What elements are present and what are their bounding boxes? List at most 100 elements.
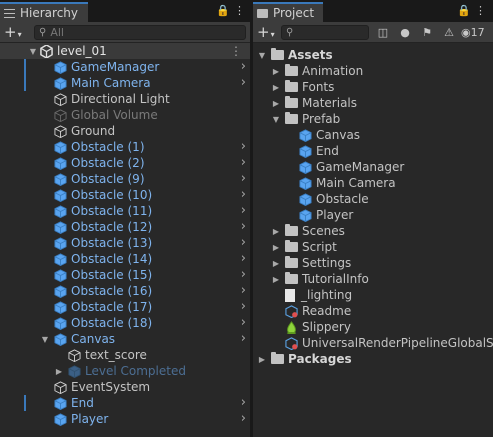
hierarchy-item[interactable]: Obstacle (14) › <box>0 251 250 267</box>
hierarchy-item[interactable]: End › <box>0 395 250 411</box>
open-prefab-chevron-icon[interactable]: › <box>241 395 246 411</box>
project-item-label: Canvas <box>316 128 361 142</box>
project-item[interactable]: ▼ Prefab <box>253 111 493 127</box>
project-item[interactable]: ▶ TutorialInfo <box>253 271 493 287</box>
open-prefab-chevron-icon[interactable]: › <box>241 203 246 219</box>
open-prefab-chevron-icon[interactable]: › <box>241 219 246 235</box>
tab-project[interactable]: Project <box>253 2 323 22</box>
project-item-label: Main Camera <box>316 176 396 190</box>
hierarchy-item[interactable]: Obstacle (9) › <box>0 171 250 187</box>
project-item[interactable]: ▶ Script <box>253 239 493 255</box>
hierarchy-item[interactable]: Player › <box>0 411 250 427</box>
open-prefab-chevron-icon[interactable]: › <box>241 283 246 299</box>
hierarchy-item[interactable]: ▶ Level Completed <box>0 363 250 379</box>
project-item[interactable]: ▶ Materials <box>253 95 493 111</box>
open-prefab-chevron-icon[interactable]: › <box>241 139 246 155</box>
project-item[interactable]: _lighting <box>253 287 493 303</box>
hierarchy-item[interactable]: Directional Light <box>0 91 250 107</box>
open-prefab-chevron-icon[interactable]: › <box>241 299 246 315</box>
open-prefab-chevron-icon[interactable]: › <box>241 411 246 427</box>
project-item[interactable]: ▶ Scenes <box>253 223 493 239</box>
create-asset-button[interactable]: +▾ <box>257 23 275 44</box>
prefab-cube-icon <box>299 176 312 190</box>
expand-arrow-icon[interactable]: ▼ <box>28 47 38 56</box>
project-item-label: Animation <box>302 64 364 78</box>
collapsed-arrow-icon[interactable]: ▶ <box>54 367 64 376</box>
lock-icon[interactable]: 🔒 <box>457 4 471 17</box>
expanded-arrow-icon[interactable]: ▼ <box>40 335 50 344</box>
open-prefab-chevron-icon[interactable]: › <box>241 171 246 187</box>
project-item[interactable]: Player <box>253 207 493 223</box>
hierarchy-item[interactable]: Obstacle (11) › <box>0 203 250 219</box>
project-item[interactable]: Canvas <box>253 127 493 143</box>
hierarchy-item[interactable]: Obstacle (12) › <box>0 219 250 235</box>
project-item[interactable]: ▶ Fonts <box>253 79 493 95</box>
collapsed-arrow-icon[interactable]: ▶ <box>271 83 281 92</box>
expanded-arrow-icon[interactable]: ▼ <box>271 115 281 124</box>
project-item[interactable]: ▶ Animation <box>253 63 493 79</box>
project-item[interactable]: ▶ Packages <box>253 351 493 367</box>
open-prefab-chevron-icon[interactable]: › <box>241 251 246 267</box>
collapsed-arrow-icon[interactable]: ▶ <box>271 227 281 236</box>
add-object-button[interactable]: +▾ <box>4 23 22 44</box>
collapsed-arrow-icon[interactable]: ▶ <box>271 259 281 268</box>
open-prefab-chevron-icon[interactable]: › <box>241 59 246 75</box>
scene-menu-icon[interactable]: ⋮ <box>230 43 242 59</box>
open-prefab-chevron-icon[interactable]: › <box>241 75 246 91</box>
hierarchy-item[interactable]: Obstacle (18) › <box>0 315 250 331</box>
kebab-menu-icon[interactable]: ⋮ <box>475 4 486 17</box>
project-item[interactable]: GameManager <box>253 159 493 175</box>
hierarchy-search-input[interactable]: ⚲ All <box>34 25 246 40</box>
project-item[interactable]: Readme <box>253 303 493 319</box>
prefab-cube-icon <box>299 160 312 174</box>
hierarchy-item[interactable]: ▼ Canvas › <box>0 331 250 347</box>
hierarchy-item[interactable]: Main Camera › <box>0 75 250 91</box>
hierarchy-item[interactable]: text_score <box>0 347 250 363</box>
collapsed-arrow-icon[interactable]: ▶ <box>271 67 281 76</box>
open-prefab-chevron-icon[interactable]: › <box>241 187 246 203</box>
hierarchy-item[interactable]: Obstacle (13) › <box>0 235 250 251</box>
hidden-packages-icon[interactable]: ⚠ <box>439 24 459 41</box>
project-item[interactable]: ▼ Assets <box>253 47 493 63</box>
hierarchy-item[interactable]: Obstacle (17) › <box>0 299 250 315</box>
collapsed-arrow-icon[interactable]: ▶ <box>271 243 281 252</box>
hierarchy-item[interactable]: Obstacle (16) › <box>0 283 250 299</box>
project-item[interactable]: Slippery <box>253 319 493 335</box>
collapsed-arrow-icon[interactable]: ▶ <box>257 355 267 364</box>
hierarchy-item[interactable]: Obstacle (15) › <box>0 267 250 283</box>
hierarchy-item[interactable]: GameManager › <box>0 59 250 75</box>
folder-icon <box>285 256 298 268</box>
project-search-input[interactable]: ⚲ <box>281 25 369 40</box>
folder-icon <box>285 112 298 124</box>
scriptable-asset-icon <box>285 336 298 350</box>
open-prefab-chevron-icon[interactable]: › <box>241 315 246 331</box>
project-item[interactable]: ▶ Settings <box>253 255 493 271</box>
hierarchy-item[interactable]: Obstacle (1) › <box>0 139 250 155</box>
collapsed-arrow-icon[interactable]: ▶ <box>271 275 281 284</box>
expanded-arrow-icon[interactable]: ▼ <box>257 51 267 60</box>
project-item[interactable]: UniversalRenderPipelineGlobalSettings <box>253 335 493 351</box>
filter-by-type-icon[interactable]: ● <box>395 24 415 41</box>
tab-hierarchy[interactable]: Hierarchy <box>0 2 88 22</box>
scene-row[interactable]: ▼ level_01 ⋮ <box>0 43 250 59</box>
hierarchy-item-label: Ground <box>71 124 116 138</box>
lock-icon[interactable]: 🔒 <box>216 4 230 17</box>
hierarchy-item[interactable]: Ground <box>0 123 250 139</box>
search-by-type-icon[interactable]: ◫ <box>373 24 393 41</box>
open-prefab-chevron-icon[interactable]: › <box>241 331 246 347</box>
hierarchy-item[interactable]: Global Volume <box>0 107 250 123</box>
project-item[interactable]: End <box>253 143 493 159</box>
project-item[interactable]: Main Camera <box>253 175 493 191</box>
hierarchy-item[interactable]: Obstacle (2) › <box>0 155 250 171</box>
filter-by-label-icon[interactable]: ⚑ <box>417 24 437 41</box>
visible-items-toggle[interactable]: ◉17 <box>461 24 493 41</box>
project-item[interactable]: Obstacle <box>253 191 493 207</box>
prefab-cube-icon <box>54 412 67 426</box>
kebab-menu-icon[interactable]: ⋮ <box>234 4 245 17</box>
open-prefab-chevron-icon[interactable]: › <box>241 155 246 171</box>
hierarchy-item[interactable]: EventSystem <box>0 379 250 395</box>
open-prefab-chevron-icon[interactable]: › <box>241 267 246 283</box>
collapsed-arrow-icon[interactable]: ▶ <box>271 99 281 108</box>
hierarchy-item[interactable]: Obstacle (10) › <box>0 187 250 203</box>
open-prefab-chevron-icon[interactable]: › <box>241 235 246 251</box>
